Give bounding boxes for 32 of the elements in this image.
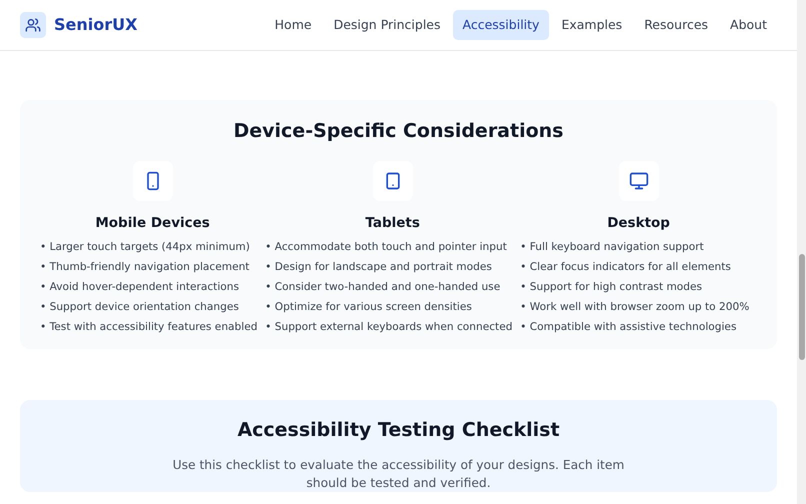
device-heading: Tablets [365,214,420,231]
list-item: • Support device orientation changes [40,300,239,313]
list-item: • Compatible with assistive technologies [520,320,736,333]
device-heading: Desktop [607,214,670,231]
nav-link[interactable]: Examples [551,10,632,40]
nav-link[interactable]: Resources [634,10,718,40]
list-item: • Test with accessibility features enabled [40,320,258,333]
intro-paragraph: Use this checklist to evaluate the accessibility of your designs. Each item should be tested and verified. [172,456,626,492]
list-item: • Thumb-friendly navigation placement [40,260,250,273]
list-item: • Avoid hover-dependent interactions [40,280,239,293]
list-item: • Accommodate both touch and pointer input [265,240,507,253]
nav-link[interactable]: Accessibility [452,10,550,40]
section-title: Device-Specific Considerations [232,120,564,143]
nav-link[interactable]: About [720,10,777,40]
device-heading: Mobile Devices [95,214,210,231]
list-item: • Work well with browser zoom up to 200% [520,300,750,313]
list-item: • Consider two-handed and one-handed use [265,280,500,293]
list-item: • Larger touch targets (44px minimum) [40,240,250,253]
list-item: • Support external keyboards when connected [265,320,512,333]
list-item: • Optimize for various screen densities [265,300,472,313]
nav-link[interactable]: Home [264,10,322,40]
brand-name[interactable]: SeniorUX [54,13,138,37]
users-icon [20,12,46,38]
monitor-icon [628,170,649,191]
scrollbar[interactable] [797,0,806,504]
list-item: • Clear focus indicators for all elements [520,260,731,273]
scrollbar-thumb[interactable] [799,254,805,360]
section-title: Accessibility Testing Checklist [236,418,561,442]
list-item: • Design for landscape and portrait modes [265,260,492,273]
nav-link[interactable]: Design Principles [324,10,451,40]
list-item: • Full keyboard navigation support [520,240,704,253]
list-item: • Support for high contrast modes [520,280,702,293]
